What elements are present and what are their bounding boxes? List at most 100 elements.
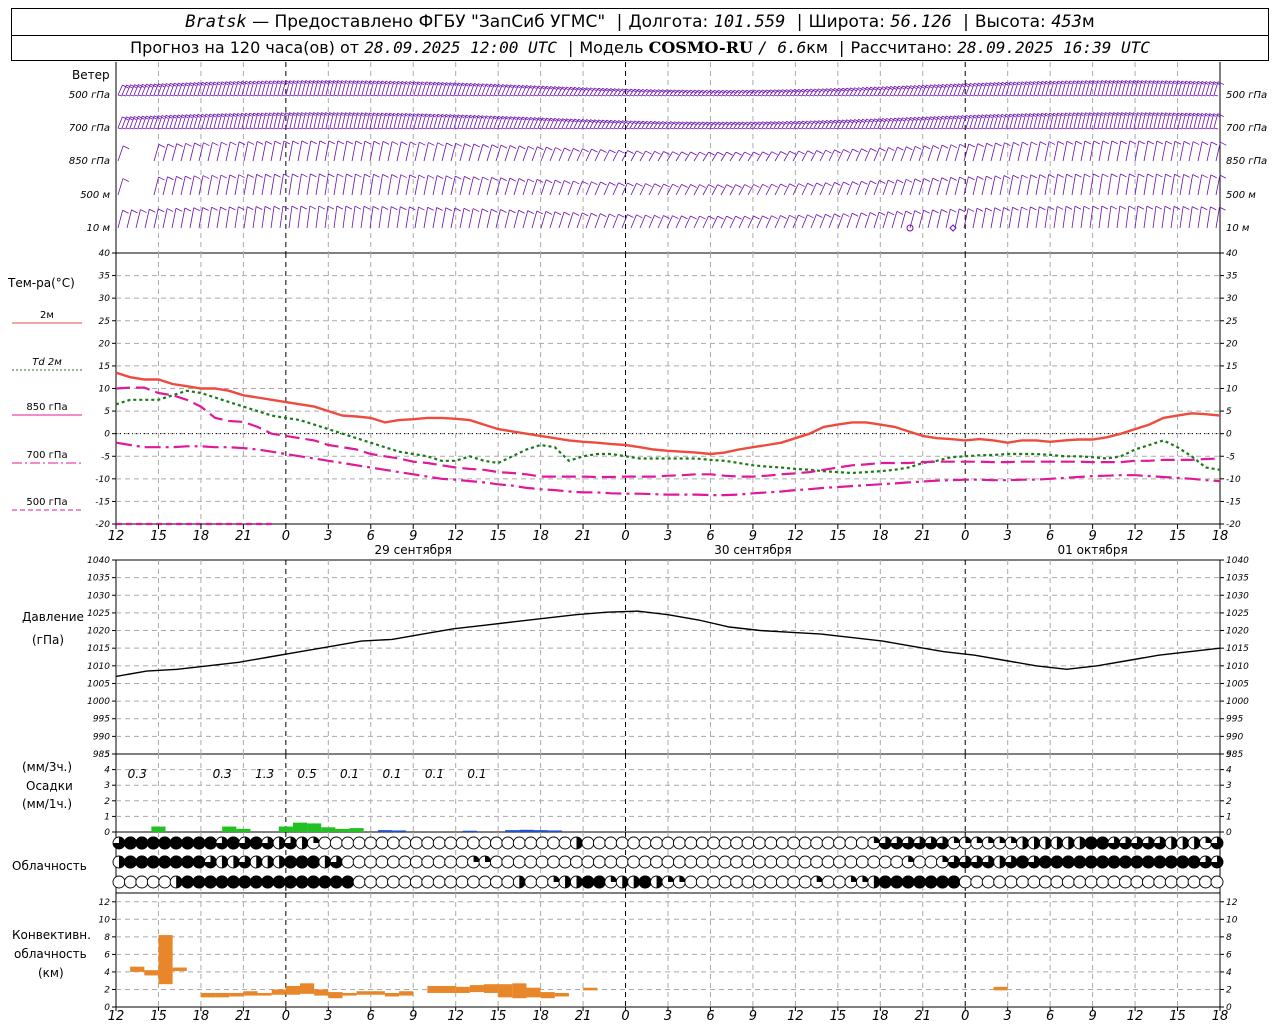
wind-barb-tail bbox=[389, 94, 395, 97]
wind-barb-feather bbox=[337, 173, 344, 178]
cloud-circle bbox=[833, 855, 847, 869]
wind-barb bbox=[243, 206, 254, 229]
wind-barb-tail bbox=[117, 127, 123, 130]
wind-barb-tail bbox=[1013, 127, 1019, 130]
wind-barb-staff bbox=[675, 151, 682, 162]
wind-barb-feather bbox=[1102, 140, 1110, 145]
wind-barb bbox=[396, 206, 407, 229]
wind-barb bbox=[537, 117, 549, 130]
wind-barb-feather bbox=[825, 182, 832, 187]
cloud-circle-fill bbox=[878, 875, 892, 889]
wind-barb-tail bbox=[857, 127, 863, 130]
wind-barb-tail bbox=[785, 94, 791, 97]
wind-barb bbox=[1206, 206, 1217, 229]
wind-barb bbox=[216, 206, 227, 229]
wind-barb-feather bbox=[852, 148, 859, 153]
cloud-circle bbox=[387, 875, 400, 889]
wind-barb-feather bbox=[879, 147, 886, 152]
wind-barb-tail bbox=[285, 127, 291, 130]
wind-barb-tail bbox=[337, 94, 343, 97]
wind-barb-staff bbox=[977, 82, 983, 96]
wind-barb-feather bbox=[184, 207, 192, 212]
wind-barb-feather bbox=[482, 143, 490, 148]
wind-barb-feather bbox=[473, 143, 480, 148]
cloud-circle bbox=[432, 855, 446, 869]
wind-barb bbox=[1071, 140, 1083, 162]
wind-barb-staff bbox=[1035, 206, 1040, 229]
wind-barb bbox=[1071, 205, 1082, 229]
wind-barb-tail bbox=[449, 94, 455, 97]
wind-barb-feather bbox=[1211, 141, 1218, 146]
wind-barb bbox=[885, 117, 897, 130]
wind-barb bbox=[153, 143, 166, 162]
wind-barb-tail bbox=[285, 94, 291, 97]
wind-barb-tail bbox=[845, 127, 851, 130]
precip-total-label: 0.1 bbox=[340, 767, 359, 781]
convective-bar bbox=[144, 970, 159, 976]
wind-barb-tail bbox=[1085, 94, 1091, 97]
wind-barb-tail bbox=[609, 127, 615, 130]
wind-barb-feather bbox=[391, 206, 398, 210]
wind-barb bbox=[441, 142, 453, 162]
wind-barb-feather bbox=[1021, 174, 1029, 179]
wind-barb bbox=[553, 86, 565, 97]
wind-barb-feather bbox=[328, 173, 335, 178]
wind-barb-tail bbox=[301, 94, 307, 97]
wind-barb bbox=[929, 84, 941, 97]
cloud-circle bbox=[387, 855, 400, 869]
wind-barb-feather bbox=[1048, 174, 1055, 178]
wind-barb-staff bbox=[1152, 173, 1157, 196]
wind-barb-tail bbox=[865, 94, 871, 97]
wind-barb-staff bbox=[720, 151, 727, 162]
cloud-circle bbox=[787, 836, 801, 850]
wind-barb bbox=[288, 205, 299, 229]
wind-barb-tail bbox=[557, 127, 563, 130]
cloud-circle bbox=[489, 855, 503, 869]
wind-barb bbox=[1089, 140, 1101, 162]
wind-barb-feather bbox=[319, 140, 326, 145]
wind-barb-feather bbox=[869, 212, 877, 216]
wind-barb-tail bbox=[173, 94, 179, 97]
wind-barb-feather bbox=[1182, 206, 1190, 210]
wind-barb-staff bbox=[929, 84, 935, 96]
wind-barb-tail bbox=[257, 94, 263, 97]
wind-barb bbox=[315, 173, 326, 196]
wind-barb-feather bbox=[977, 143, 984, 147]
cloud-circle bbox=[421, 875, 435, 889]
wind-barb-tail bbox=[829, 94, 835, 97]
wind-barb-staff bbox=[765, 215, 772, 229]
conv-ytick-label-right: 8 bbox=[1226, 933, 1232, 943]
wind-barb-feather bbox=[1031, 141, 1038, 146]
wind-barb-feather bbox=[301, 140, 309, 145]
wind-barb-tail bbox=[965, 94, 971, 97]
cloud-circle-fill bbox=[123, 836, 137, 850]
wind-barb-feather bbox=[255, 206, 263, 210]
wind-barb bbox=[933, 84, 945, 97]
wind-barb-staff bbox=[205, 81, 211, 96]
wind-barb-tail bbox=[281, 94, 287, 97]
bottom-time-tick-label: 3 bbox=[1004, 1009, 1012, 1024]
wind-barb-feather bbox=[500, 177, 507, 182]
wind-barb-tail bbox=[1017, 94, 1023, 97]
precip-bar bbox=[151, 826, 166, 832]
wind-barb-tail bbox=[709, 94, 715, 97]
wind-barb-tail bbox=[405, 127, 411, 130]
wind-barb bbox=[497, 84, 509, 97]
conv-ytick-label-right: 4 bbox=[1226, 968, 1232, 978]
wind-barb bbox=[405, 174, 416, 196]
wind-barb bbox=[252, 206, 263, 229]
convective-bar bbox=[455, 986, 470, 993]
wind-barb bbox=[809, 120, 821, 130]
wind-barb-tail bbox=[433, 127, 439, 130]
wind-barb bbox=[135, 209, 147, 229]
wind-barb-staff bbox=[810, 182, 817, 196]
convective-bar bbox=[158, 935, 173, 985]
wind-barb bbox=[990, 142, 1002, 162]
cloud-circle bbox=[409, 836, 423, 850]
wind-barb-tail bbox=[225, 127, 231, 130]
cloud-circle-fill bbox=[192, 855, 206, 869]
wind-barb-tail bbox=[1169, 127, 1175, 130]
wind-barb-tail bbox=[1001, 127, 1007, 130]
wind-barb-tail bbox=[957, 127, 963, 130]
wind-barb bbox=[517, 116, 529, 130]
